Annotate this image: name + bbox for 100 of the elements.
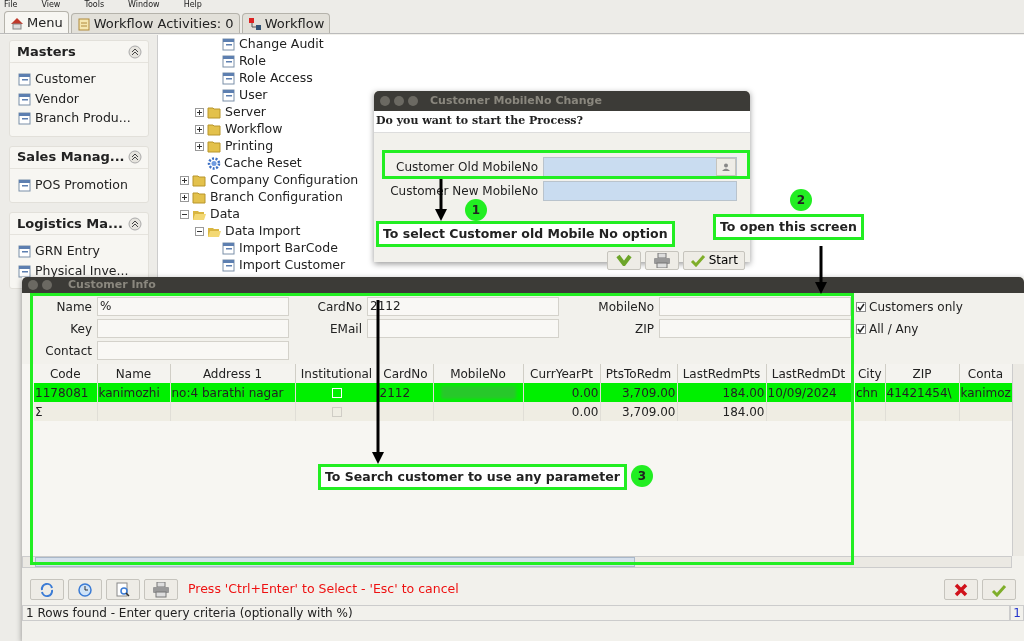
collapse-icon[interactable] [128,150,142,164]
column-header[interactable]: Name [97,364,170,383]
field-label: ZIP [634,320,654,338]
field-label: Customer Old MobileNo [395,159,538,176]
window-icon [18,92,31,106]
tree-item[interactable]: Cache Reset [193,155,302,172]
input-field[interactable] [97,319,289,338]
start-button[interactable]: Start [682,250,745,270]
callout-label: To select Customer old Mobile No option [376,221,675,247]
sidebar-item[interactable]: Branch Produ... [10,109,148,129]
column-header[interactable]: CurrYearPt [523,364,600,383]
sidebar-item[interactable]: GRN Entry [10,242,148,262]
house-icon [10,15,24,30]
collapse-icon[interactable] [194,227,204,236]
maximize-button[interactable] [408,96,418,106]
input-field[interactable] [543,181,737,201]
table-cell: 2112 [378,383,433,402]
column-header[interactable]: PtsToRedm [600,364,677,383]
menu-item[interactable]: Window [128,0,160,10]
table-cell: 10/09/2024 [766,383,851,402]
toolbar-button[interactable] [106,579,140,600]
sidebar-item[interactable]: POS Promotion [10,175,148,195]
input-field[interactable] [659,319,851,338]
minimize-button[interactable] [42,280,52,290]
table-cell: 0.00 [523,383,600,402]
expand-icon[interactable] [194,108,204,117]
callout-label: To open this screen [713,214,864,240]
toolbar-button[interactable] [68,579,102,600]
toolbar-button[interactable] [144,579,178,600]
tree-item[interactable]: Import Customer [208,257,346,274]
status-count: 1 [1010,605,1024,621]
window-icon [18,245,31,259]
minimize-button[interactable] [394,96,404,106]
tree-item[interactable]: Role [208,53,266,70]
check-icon [991,582,1007,597]
collapse-icon[interactable] [128,44,142,59]
lookup-button[interactable] [716,158,736,176]
menu-item[interactable]: View [41,0,61,10]
tab[interactable]: Workflow Activities: 0 [70,13,240,33]
close-button[interactable] [380,96,390,106]
window-icon [222,242,236,255]
expand-icon[interactable] [179,176,189,185]
field-label: Name [55,298,92,316]
column-header[interactable]: City [855,364,885,383]
field-label: Contact [44,342,92,360]
input-field[interactable] [659,297,851,316]
ok-button[interactable] [982,579,1016,600]
close-button[interactable] [28,280,38,290]
tree-item[interactable]: Company Configuration [178,172,359,189]
input-field[interactable]: % [97,297,289,316]
button[interactable] [644,250,679,270]
collapse-icon[interactable] [128,216,142,231]
column-header[interactable]: ZIP [885,364,959,383]
column-header[interactable]: Institutional [295,364,378,383]
field-label: EMail [329,320,362,338]
column-header[interactable]: Conta [959,364,1012,383]
button[interactable] [606,250,641,270]
column-header[interactable]: LastRedmPts [677,364,766,383]
clock-icon [77,581,93,598]
tree-item[interactable]: Workflow [193,121,283,138]
menu-item[interactable]: Help [183,0,202,10]
menu-item[interactable]: File [4,0,18,10]
tree-item[interactable]: User [208,87,268,104]
expand-icon[interactable] [194,142,204,151]
input-field[interactable] [543,157,737,177]
cancel-button[interactable] [944,579,978,600]
column-header[interactable]: Code [34,364,97,383]
callout-label: To Search customer to use any parameter [318,464,627,490]
tree-item[interactable]: Printing [193,138,274,155]
input-field[interactable] [367,319,559,338]
chevron-down-icon [615,254,632,266]
checkbox[interactable] [856,323,866,334]
toolbar-button[interactable] [30,579,64,600]
sidebar-item[interactable]: Vendor [10,89,148,109]
column-header[interactable]: CardNo [378,364,433,383]
column-header[interactable]: MobileNo [433,364,523,383]
open-folder-icon [192,208,207,221]
tab[interactable]: Menu [4,11,69,33]
collapse-icon[interactable] [179,210,189,219]
table-cell: 1178081 [34,383,97,402]
tree-item[interactable]: Data Import [193,223,301,240]
table-cell: 3,709.00 [600,402,677,421]
checkbox[interactable] [856,301,866,312]
tree-item[interactable]: Branch Configuration [178,189,343,206]
tree-item[interactable]: Role Access [208,70,313,87]
tree-item[interactable]: Data [178,206,240,223]
input-field[interactable] [97,341,289,360]
menu-item[interactable]: Tools [84,0,105,10]
tree-item[interactable]: Change Audit [208,36,324,53]
expand-icon[interactable] [194,125,204,134]
tree-item[interactable]: Server [193,104,266,121]
sidebar-item[interactable]: Customer [10,70,148,90]
column-header[interactable]: Address 1 [170,364,295,383]
field-label: Key [69,320,92,338]
table-cell: 3,709.00 [600,383,677,402]
expand-icon[interactable] [179,193,189,202]
column-header[interactable]: LastRedmDt [766,364,851,383]
tree-item[interactable]: Import BarCode [208,240,338,257]
tab[interactable]: Workflow [241,13,331,33]
scrollbar[interactable] [1012,364,1024,556]
